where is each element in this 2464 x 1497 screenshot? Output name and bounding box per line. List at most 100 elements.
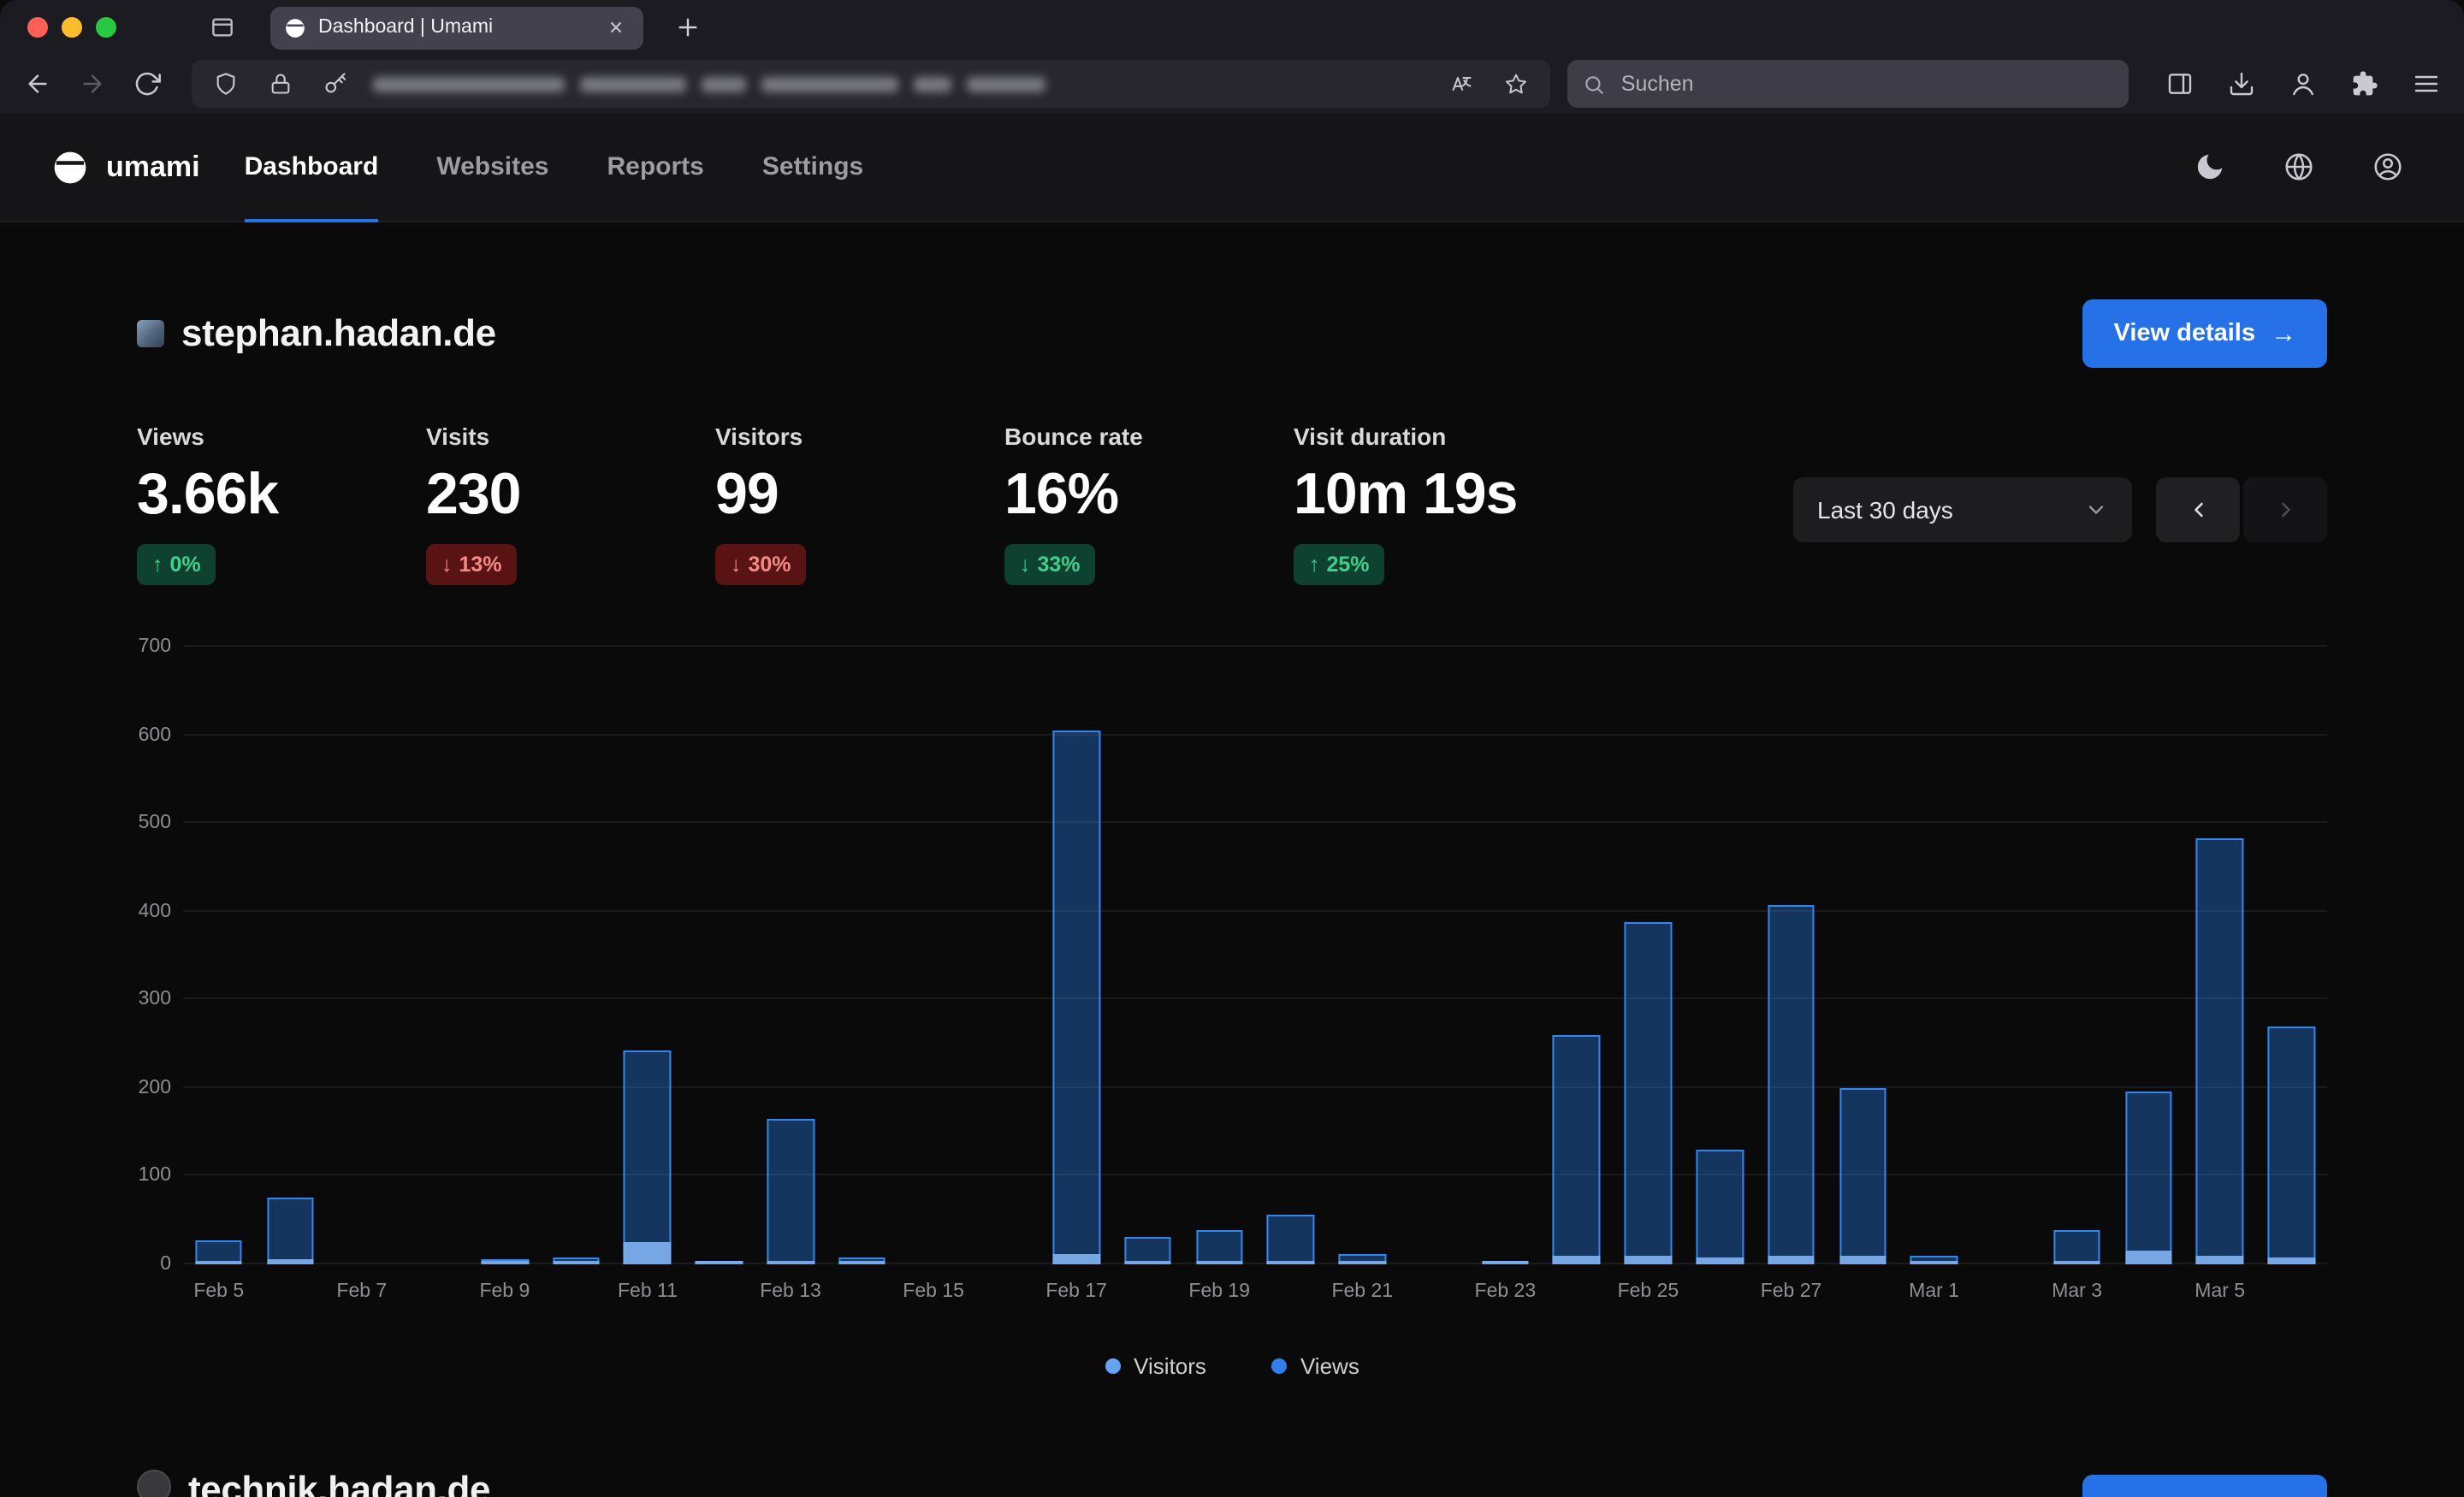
nav-item-reports[interactable]: Reports <box>607 113 704 221</box>
bookmark-star-icon[interactable] <box>1493 60 1541 108</box>
bar-group-feb-9[interactable] <box>469 647 541 1264</box>
visitors-bar <box>1839 1256 1886 1264</box>
bar-group-feb-20[interactable] <box>1255 647 1327 1264</box>
search-bar[interactable] <box>1568 60 2129 108</box>
bar-group-feb-16[interactable] <box>969 647 1041 1264</box>
extensions-puzzle-icon[interactable] <box>2341 60 2389 108</box>
y-axis-tick: 0 <box>160 1254 171 1275</box>
metric-change-badge: ↓30% <box>715 544 807 585</box>
metric-label: Bounce rate <box>1004 419 1294 453</box>
visitors-bar <box>1267 1261 1314 1264</box>
views-bar <box>2268 1027 2315 1264</box>
bar-group-mar-6[interactable] <box>2255 647 2327 1264</box>
bar-group-feb-11[interactable] <box>612 647 684 1264</box>
second-view-details-button[interactable]: View details→ <box>2083 1475 2328 1497</box>
browser-tab[interactable]: Dashboard | Umami <box>270 6 643 49</box>
bar-group-mar-5[interactable] <box>2184 647 2256 1264</box>
legend-item-views[interactable]: Views <box>1271 1353 1359 1379</box>
bar-group-feb-5[interactable] <box>183 647 255 1264</box>
nav-item-settings[interactable]: Settings <box>762 113 863 221</box>
views-bar <box>1196 1231 1243 1264</box>
date-range-select[interactable]: Last 30 days <box>1793 477 2132 542</box>
views-bar <box>1768 904 1815 1264</box>
bar-group-feb-19[interactable] <box>1183 647 1255 1264</box>
sidebar-icon[interactable] <box>2156 60 2204 108</box>
theme-moon-icon[interactable] <box>2190 148 2228 186</box>
next-period-button[interactable] <box>2243 477 2327 542</box>
bar-group-mar-1[interactable] <box>1898 647 1970 1264</box>
bar-group-feb-26[interactable] <box>1684 647 1756 1264</box>
toolbar-right-icons <box>2156 60 2450 108</box>
search-icon <box>1584 73 1606 95</box>
views-bar <box>624 1050 671 1264</box>
bar-group-feb-8[interactable] <box>398 647 470 1264</box>
bar-group-feb-22[interactable] <box>1398 647 1470 1264</box>
x-axis-tick: Mar 1 <box>1909 1281 1959 1302</box>
window-close-button[interactable] <box>27 17 48 38</box>
x-axis: Feb 5Feb 7Feb 9Feb 11Feb 13Feb 15Feb 17F… <box>183 1264 2327 1316</box>
profile-icon[interactable] <box>2368 148 2406 186</box>
window-zoom-button[interactable] <box>96 17 116 38</box>
bar-group-feb-24[interactable] <box>1541 647 1613 1264</box>
language-globe-icon[interactable] <box>2279 148 2317 186</box>
tab-overview-icon[interactable] <box>198 3 246 51</box>
bar-group-feb-14[interactable] <box>826 647 898 1264</box>
bar-group-mar-2[interactable] <box>1969 647 2041 1264</box>
url-bar[interactable] <box>192 60 1551 108</box>
arrow-up-icon: ↑ <box>1309 553 1320 577</box>
bar-group-feb-27[interactable] <box>1756 647 1827 1264</box>
reload-icon[interactable] <box>123 60 171 108</box>
x-axis-tick: Mar 3 <box>2052 1281 2102 1302</box>
visitors-bar <box>1910 1261 1958 1264</box>
visitors-bar <box>1196 1261 1243 1264</box>
bar-group-feb-6[interactable] <box>255 647 327 1264</box>
shield-icon[interactable] <box>202 60 250 108</box>
bar-group-mar-4[interactable] <box>2112 647 2184 1264</box>
download-icon[interactable] <box>2218 60 2266 108</box>
visitors-bar <box>1482 1261 1529 1264</box>
arrow-right-icon: → <box>2271 319 2296 348</box>
bar-group-feb-25[interactable] <box>1613 647 1685 1264</box>
bar-group-feb-28[interactable] <box>1827 647 1898 1264</box>
search-input[interactable] <box>1618 70 2113 98</box>
translate-icon[interactable] <box>1438 60 1486 108</box>
bar-group-feb-12[interactable] <box>684 647 755 1264</box>
second-website-title[interactable]: technik.hadan.de <box>188 1470 490 1497</box>
metric-change-badge: ↑0% <box>137 544 216 585</box>
bar-group-feb-21[interactable] <box>1327 647 1399 1264</box>
bar-group-feb-13[interactable] <box>755 647 826 1264</box>
nav-item-websites[interactable]: Websites <box>436 113 548 221</box>
website-favicon <box>137 320 164 347</box>
bar-group-feb-18[interactable] <box>1112 647 1184 1264</box>
window-controls <box>27 17 116 38</box>
app-header: umami Dashboard Websites Reports Settings <box>0 113 2464 222</box>
new-tab-button[interactable] <box>664 3 712 51</box>
previous-period-button[interactable] <box>2156 477 2240 542</box>
menu-icon[interactable] <box>2402 60 2450 108</box>
brand[interactable]: umami <box>51 113 200 221</box>
bar-group-feb-15[interactable] <box>897 647 969 1264</box>
metric-bounce-rate: Bounce rate16%↓33% <box>1004 419 1294 585</box>
bar-group-feb-23[interactable] <box>1470 647 1542 1264</box>
legend-item-visitors[interactable]: Visitors <box>1105 1353 1206 1379</box>
forward-icon[interactable] <box>68 60 116 108</box>
views-bar <box>767 1119 814 1264</box>
bar-group-mar-3[interactable] <box>2041 647 2113 1264</box>
metrics-row: Views3.66k↑0%Visits230↓13%Visitors99↓30%… <box>137 419 2327 585</box>
bar-group-feb-17[interactable] <box>1040 647 1112 1264</box>
account-icon[interactable] <box>2279 60 2327 108</box>
window-minimize-button[interactable] <box>62 17 82 38</box>
view-details-button[interactable]: View details→ <box>2083 299 2328 368</box>
y-axis-tick: 100 <box>139 1166 171 1186</box>
x-axis-tick: Feb 9 <box>479 1281 530 1302</box>
key-icon[interactable] <box>311 60 359 108</box>
tab-close-icon[interactable] <box>602 14 630 41</box>
bar-group-feb-10[interactable] <box>541 647 613 1264</box>
website-title[interactable]: stephan.hadan.de <box>181 311 496 356</box>
metric-visits: Visits230↓13% <box>426 419 715 585</box>
brand-name: umami <box>106 150 200 184</box>
lock-icon[interactable] <box>257 60 305 108</box>
back-icon[interactable] <box>14 60 62 108</box>
bar-group-feb-7[interactable] <box>326 647 398 1264</box>
nav-item-dashboard[interactable]: Dashboard <box>245 113 379 221</box>
